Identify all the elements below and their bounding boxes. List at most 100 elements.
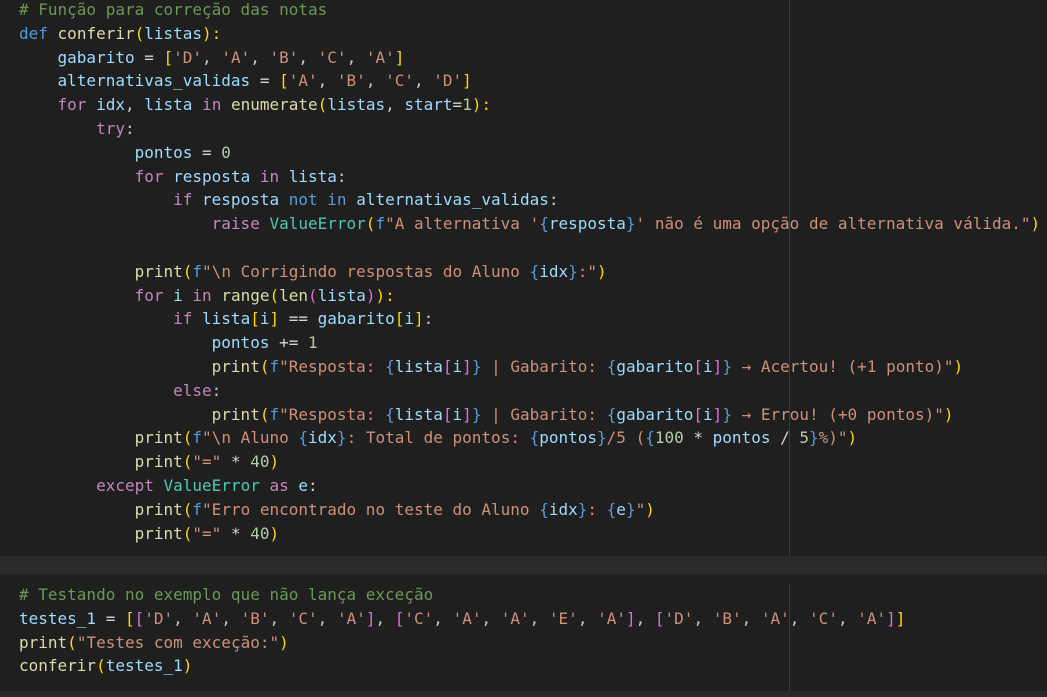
code-token: 40 <box>250 523 270 543</box>
code-line: if resposta not in alternativas_validas: <box>19 188 1040 212</box>
code-token: [ <box>693 356 704 376</box>
code-token: 40 <box>250 452 270 472</box>
code-token: in <box>259 166 280 186</box>
code-token: 'D' <box>664 608 694 628</box>
code-token: ) <box>365 285 376 305</box>
code-token: ( <box>182 261 193 281</box>
code-token: } <box>471 404 482 424</box>
code-token: } <box>336 428 347 448</box>
code-token: for <box>134 166 164 186</box>
code-token: , <box>375 608 395 628</box>
code-line: print(f"Resposta: {lista[i]} | Gabarito:… <box>19 403 1040 427</box>
code-token: i <box>173 285 183 305</box>
code-token: f <box>192 261 203 281</box>
code-line: # Testando no exemplo que não lança exce… <box>19 583 905 607</box>
code-token: { <box>298 428 309 448</box>
code-token: def <box>19 23 48 43</box>
code-line: for resposta in lista: <box>19 165 1040 189</box>
code-token: 'D' <box>433 71 463 91</box>
code-token: lista <box>394 356 443 376</box>
code-token: , <box>529 608 549 628</box>
code-token: gabarito <box>317 309 395 329</box>
code-token: i <box>404 309 414 329</box>
code-token: = <box>96 608 125 628</box>
code-line: print(f"\n Corrigindo respostas do Aluno… <box>19 260 1040 284</box>
code-token: { <box>539 499 549 519</box>
code-token: , <box>202 47 222 67</box>
code-line: print(f"Resposta: {lista[i]} | Gabarito:… <box>19 355 1040 379</box>
code-token: gabarito <box>616 356 694 376</box>
code-token: } <box>625 214 636 234</box>
editor-ruler <box>789 584 790 691</box>
code-token: pontos <box>712 428 771 448</box>
code-line: testes_1 = [['D', 'A', 'B', 'C', 'A'], [… <box>19 607 905 631</box>
code-cell-function[interactable]: # Função para correção das notas def conf… <box>0 0 1047 556</box>
code-token: listas <box>327 95 386 115</box>
code-token: in <box>327 190 347 210</box>
code-token: print <box>19 632 68 652</box>
code-token: 'C' <box>809 608 838 628</box>
code-line: for i in range(len(lista)): <box>19 284 1040 308</box>
code-editor[interactable]: # Testando no exemplo que não lança exce… <box>19 583 905 678</box>
code-cell-test[interactable]: # Testando no exemplo que não lança exce… <box>0 574 1047 691</box>
code-token: ] <box>269 309 280 329</box>
code-token: 'A' <box>500 608 530 628</box>
code-token: } <box>722 356 732 376</box>
code-token: "=" <box>192 523 222 543</box>
code-token: print <box>211 404 260 424</box>
code-token: print <box>134 452 183 472</box>
code-token: ] <box>462 356 472 376</box>
code-token: f <box>192 428 203 448</box>
code-token: 'A' <box>760 608 790 628</box>
code-token: alternativas_validas <box>57 71 251 91</box>
code-token: ) <box>943 404 954 424</box>
code-token: = <box>134 47 164 67</box>
code-line: for idx, lista in enumerate(listas, star… <box>19 93 1040 117</box>
code-token: } <box>568 261 578 281</box>
code-token: [ <box>134 608 145 628</box>
code-token: ): <box>471 95 492 115</box>
code-token: lista <box>288 166 337 186</box>
code-token: , <box>635 608 655 628</box>
code-token: in <box>202 95 222 115</box>
code-token: { <box>529 428 540 448</box>
code-line: raise ValueError(f"A alternativa '{respo… <box>19 212 1040 236</box>
code-token: , <box>385 95 405 115</box>
code-line: except ValueError as e: <box>19 474 1040 498</box>
code-token: 'B' <box>712 608 742 628</box>
code-token: :" <box>577 261 598 281</box>
code-line: try: <box>19 117 1040 141</box>
code-token: pontos <box>539 428 598 448</box>
code-token: ( <box>182 523 193 543</box>
code-token: range <box>221 285 270 305</box>
code-token: conferir <box>57 23 135 43</box>
code-token: : <box>124 118 135 138</box>
code-token: if <box>173 190 193 210</box>
code-token: → Acertou! (+1 ponto)" <box>731 356 954 376</box>
code-token: 'C' <box>404 608 434 628</box>
code-token: ) <box>279 632 289 652</box>
code-line: else: <box>19 379 1040 403</box>
code-token: = <box>250 71 280 91</box>
code-token: lista <box>202 309 251 329</box>
cell-separator <box>0 691 1047 697</box>
code-line: # Função para correção das notas <box>19 0 1040 22</box>
code-token: , <box>317 608 337 628</box>
code-editor[interactable]: # Função para correção das notas def conf… <box>19 0 1040 545</box>
code-line: print(f"Erro encontrado no teste do Alun… <box>19 498 1040 522</box>
code-token: print <box>211 356 260 376</box>
code-token: } <box>809 428 819 448</box>
code-token: [ <box>654 608 665 628</box>
code-line: def conferir(listas): <box>19 22 1040 46</box>
code-token: 1 <box>462 95 472 115</box>
